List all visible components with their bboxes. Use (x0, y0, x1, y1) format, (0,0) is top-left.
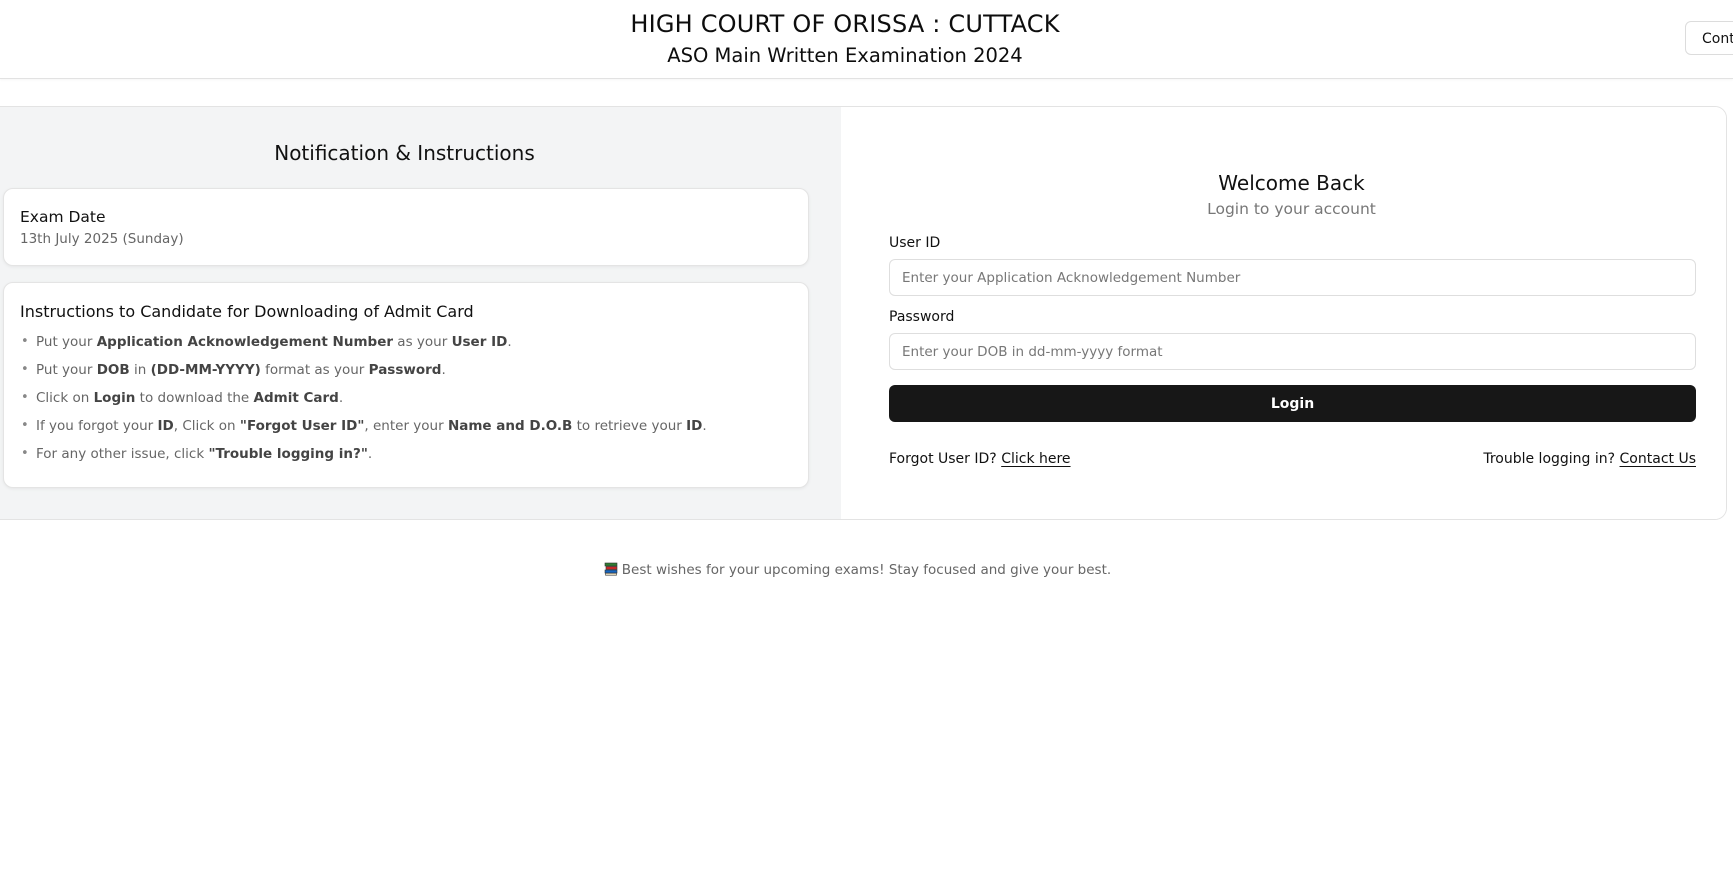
instruction-text: format as your (260, 362, 369, 378)
instruction-text: . (702, 418, 707, 434)
instruction-text: . (507, 334, 512, 350)
instruction-text: as your (393, 334, 452, 350)
page-title: HIGH COURT OF ORISSA : CUTTACK (630, 10, 1060, 38)
user-id-label: User ID (889, 235, 941, 251)
instruction-emphasis: ID (157, 418, 174, 434)
instruction-emphasis: DOB (96, 362, 130, 378)
bullet-icon: • (21, 418, 29, 433)
instruction-text: to download the (135, 390, 254, 406)
bullet-icon: • (21, 390, 29, 405)
instruction-text: . (338, 390, 344, 406)
contact-us-link[interactable]: Contact Us (1620, 451, 1696, 467)
instruction-emphasis: Login (93, 390, 136, 406)
exam-date-card: Exam Date 13th July 2025 (Sunday) (3, 188, 809, 266)
page-subtitle: ASO Main Written Examination 2024 (667, 44, 1023, 67)
instruction-emphasis: ID (686, 418, 703, 434)
footer-message-text: Best wishes for your upcoming exams! Sta… (621, 562, 1112, 578)
instruction-emphasis: Application Acknowledgement Number (96, 334, 394, 350)
instruction-text: For any other issue, click (36, 446, 209, 462)
instruction-emphasis: "Trouble logging in?" (208, 446, 368, 462)
instruction-item: • If you forgot your ID, Click on "Forgot… (20, 418, 707, 446)
password-input[interactable] (889, 333, 1696, 370)
instruction-item: • Put your DOB in (DD-MM-YYYY) format as … (20, 362, 707, 390)
bullet-icon: • (21, 334, 29, 349)
forgot-user-id-text: Forgot User ID? (889, 451, 997, 467)
bullet-icon: • (21, 362, 29, 377)
exam-date-label: Exam Date (20, 208, 106, 226)
instruction-text: . (441, 362, 446, 378)
instruction-text: in (129, 362, 151, 378)
user-id-input[interactable] (889, 259, 1696, 296)
instruction-text: Click on (36, 390, 94, 406)
instructions-list: • Put your Application Acknowledgement Nu… (20, 334, 707, 474)
trouble-logging-text: Trouble logging in? (1483, 451, 1616, 467)
main-card: Notification & Instructions Exam Date 13… (0, 106, 1727, 520)
instruction-emphasis: Name and D.O.B (447, 418, 573, 434)
exam-date-value: 13th July 2025 (Sunday) (20, 231, 184, 247)
instruction-text: , enter your (364, 418, 448, 434)
instruction-emphasis: Admit Card (253, 390, 339, 406)
forgot-user-id-row: Forgot User ID? Click here (889, 451, 1071, 467)
instruction-emphasis: User ID (451, 334, 508, 350)
login-button[interactable]: Login (889, 385, 1696, 422)
instruction-emphasis: (DD-MM-YYYY) (150, 362, 261, 378)
instruction-text: If you forgot your (36, 418, 158, 434)
notification-heading: Notification & Instructions (274, 141, 535, 165)
trouble-logging-row: Trouble logging in? Contact Us (1483, 451, 1696, 467)
instruction-item: • For any other issue, click "Trouble log… (20, 446, 707, 474)
notification-panel: Notification & Instructions Exam Date 13… (0, 107, 841, 519)
contact-us-button[interactable]: Contact Us (1685, 21, 1733, 55)
instruction-emphasis: "Forgot User ID" (239, 418, 365, 434)
instructions-card: Instructions to Candidate for Downloadin… (3, 282, 809, 488)
login-subtitle: Login to your account (1207, 200, 1376, 218)
bullet-icon: • (21, 446, 29, 461)
instruction-text: Put your (36, 334, 97, 350)
password-label: Password (889, 309, 955, 325)
instruction-item: • Click on Login to download the Admit Ca… (20, 390, 707, 418)
instruction-text: Put your (36, 362, 97, 378)
instructions-title: Instructions to Candidate for Downloadin… (20, 302, 474, 321)
instruction-text: , Click on (173, 418, 240, 434)
page-header: HIGH COURT OF ORISSA : CUTTACK ASO Main … (0, 0, 1733, 79)
instruction-item: • Put your Application Acknowledgement Nu… (20, 334, 707, 362)
books-icon (604, 562, 618, 576)
login-panel: Welcome Back Login to your account User … (841, 107, 1726, 519)
instruction-text: . (367, 446, 373, 462)
footer-message: Best wishes for your upcoming exams! Sta… (0, 562, 1715, 578)
instruction-emphasis: Password (368, 362, 442, 378)
instruction-text: to retrieve your (572, 418, 687, 434)
login-title: Welcome Back (1218, 171, 1365, 195)
forgot-user-id-link[interactable]: Click here (1001, 451, 1070, 467)
